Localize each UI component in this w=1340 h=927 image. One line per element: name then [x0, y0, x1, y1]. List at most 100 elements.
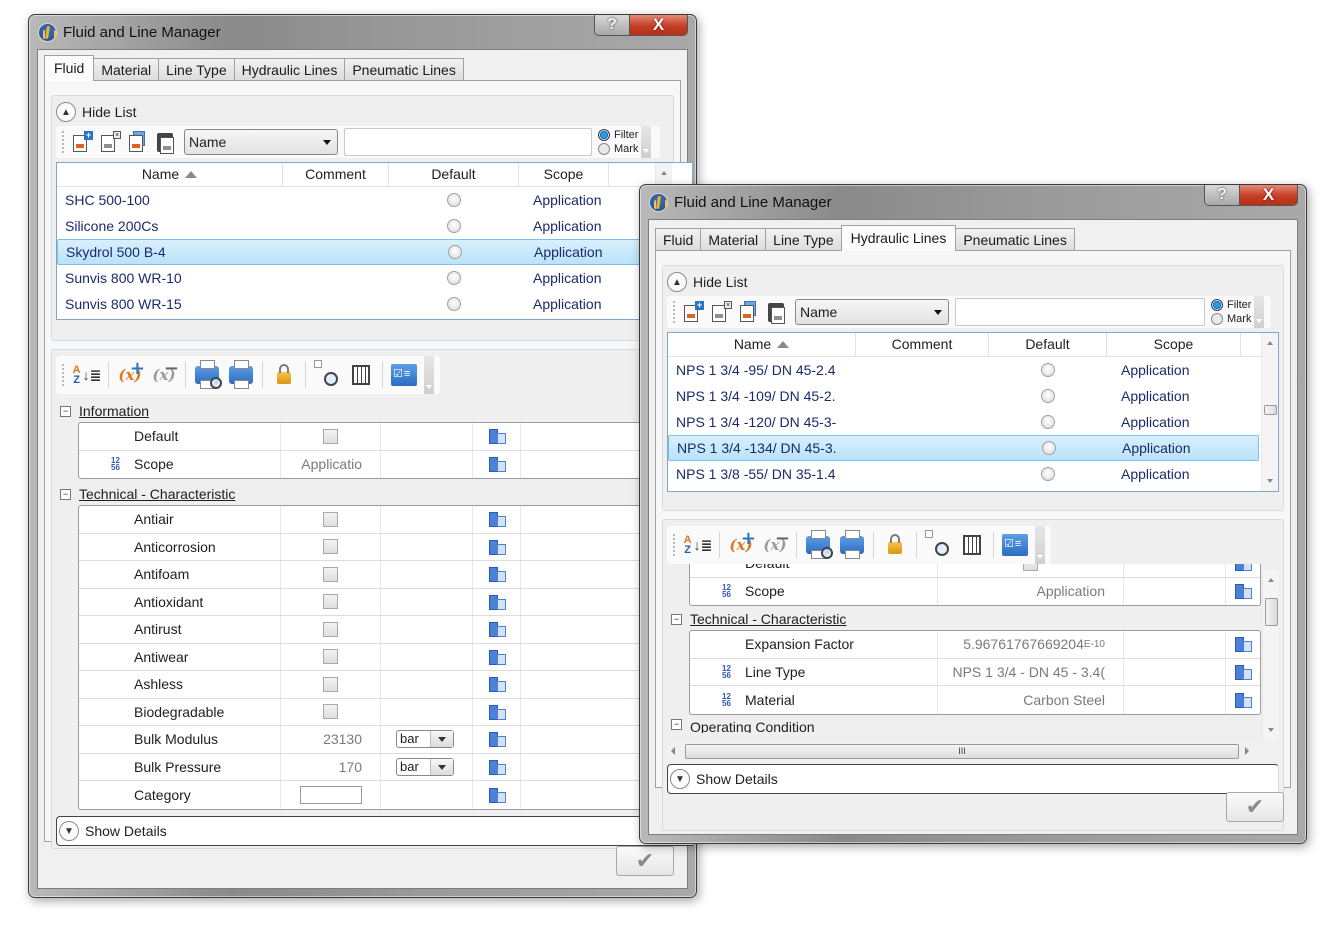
- column-header-comment[interactable]: Comment: [856, 333, 989, 356]
- column-header-scope[interactable]: Scope: [1107, 333, 1241, 356]
- link-icon[interactable]: [488, 759, 506, 775]
- property-row[interactable]: 12 56 Material Carbon Steel: [690, 686, 1260, 714]
- property-row[interactable]: Category: [79, 781, 692, 809]
- print-preview-icon[interactable]: [192, 360, 222, 390]
- hide-list-toggle[interactable]: ▲ Hide List: [667, 272, 747, 292]
- table-row[interactable]: Skydrol 500 B-4 Application: [57, 239, 692, 265]
- property-row[interactable]: Anticorrosion: [79, 533, 692, 561]
- print-icon[interactable]: [226, 360, 256, 390]
- property-checkbox[interactable]: [323, 566, 338, 582]
- property-row[interactable]: Default: [79, 423, 692, 451]
- property-checkbox[interactable]: [323, 428, 338, 444]
- category-technical-characteristic[interactable]: − Technical - Characteristic: [667, 608, 1261, 630]
- default-radio[interactable]: [447, 193, 461, 207]
- property-value[interactable]: 5.96761767669204: [963, 636, 1084, 652]
- link-icon[interactable]: [488, 732, 506, 748]
- sort-alpha-icon[interactable]: A Z ↓≣: [683, 530, 713, 560]
- paste-item-icon[interactable]: [154, 130, 178, 154]
- remove-variable-icon[interactable]: (x) −: [149, 358, 179, 390]
- collapse-icon[interactable]: −: [671, 613, 682, 625]
- ok-button[interactable]: ✔: [616, 846, 674, 876]
- link-icon[interactable]: [1235, 692, 1252, 708]
- property-row[interactable]: Antifoam: [79, 561, 692, 589]
- unit-select[interactable]: bar: [396, 757, 454, 776]
- property-value[interactable]: Carbon Steel: [1023, 692, 1105, 708]
- table-row[interactable]: NPS 1 3/4 -120/ DN 45-3- Application: [668, 409, 1259, 435]
- filter-radio[interactable]: Filter: [1211, 298, 1251, 312]
- property-row[interactable]: Antiwear: [79, 643, 692, 671]
- property-row[interactable]: Biodegradable: [79, 698, 692, 726]
- close-button[interactable]: X: [1240, 185, 1297, 205]
- checklist-icon[interactable]: [389, 360, 419, 390]
- scroll-thumb[interactable]: III: [685, 744, 1239, 759]
- link-icon[interactable]: [488, 649, 506, 665]
- paste-item-icon[interactable]: [765, 300, 789, 324]
- property-row[interactable]: 12 56 Scope Applicatio: [79, 450, 692, 478]
- find-icon[interactable]: [923, 530, 953, 560]
- scroll-thumb[interactable]: [1264, 405, 1277, 415]
- link-icon[interactable]: [1235, 584, 1252, 600]
- column-header-default[interactable]: Default: [989, 333, 1107, 356]
- scroll-down-icon[interactable]: [1267, 479, 1273, 483]
- properties-vertical-scrollbar[interactable]: [1262, 570, 1279, 740]
- print-preview-icon[interactable]: [803, 530, 833, 560]
- default-radio[interactable]: [1041, 389, 1055, 403]
- new-item-icon[interactable]: +: [681, 300, 705, 324]
- property-row[interactable]: Ashless: [79, 671, 692, 699]
- link-icon[interactable]: [488, 787, 506, 803]
- category-technical-characteristic[interactable]: − Technical - Characteristic: [56, 483, 693, 505]
- table-row[interactable]: Silicone 200Cs Application: [57, 213, 692, 239]
- table-row[interactable]: Sunvis 800 WR-10 Application: [57, 265, 692, 291]
- add-variable-icon[interactable]: (x) +: [726, 528, 756, 560]
- title-bar[interactable]: Fluid and Line Manager ? X: [29, 15, 696, 49]
- collapse-icon[interactable]: −: [60, 405, 71, 417]
- default-radio[interactable]: [447, 271, 461, 285]
- link-icon[interactable]: [1235, 564, 1252, 572]
- tab-hydraulic-lines[interactable]: Hydraulic Lines: [233, 58, 346, 81]
- collapse-icon[interactable]: −: [671, 718, 682, 730]
- hide-list-toggle[interactable]: ▲ Hide List: [56, 102, 136, 122]
- new-item-icon[interactable]: +: [70, 130, 94, 154]
- toolbar-overflow-button[interactable]: [641, 126, 652, 158]
- help-button[interactable]: ?: [1205, 185, 1240, 205]
- tab-hydraulic-lines[interactable]: Hydraulic Lines: [840, 225, 957, 251]
- column-header-comment[interactable]: Comment: [283, 163, 389, 186]
- mark-radio[interactable]: Mark: [1211, 312, 1251, 326]
- close-button[interactable]: X: [630, 15, 687, 35]
- scroll-thumb[interactable]: [1265, 598, 1278, 626]
- column-header-default[interactable]: Default: [389, 163, 519, 186]
- property-row[interactable]: 12 56 Line Type NPS 1 3/4 - DN 45 - 3.4(: [690, 658, 1260, 686]
- property-value[interactable]: NPS 1 3/4 - DN 45 - 3.4(: [952, 664, 1105, 680]
- tab-pneumatic-lines[interactable]: Pneumatic Lines: [344, 58, 464, 81]
- link-icon[interactable]: [488, 429, 506, 445]
- link-icon[interactable]: [488, 512, 506, 528]
- link-icon[interactable]: [488, 594, 506, 610]
- default-checkbox[interactable]: [1023, 564, 1038, 571]
- tab-fluid[interactable]: Fluid: [655, 228, 702, 251]
- default-radio[interactable]: [1042, 441, 1056, 455]
- toolbar-overflow-button[interactable]: [424, 356, 434, 394]
- property-checkbox[interactable]: [323, 676, 338, 692]
- copy-item-icon[interactable]: [126, 130, 150, 154]
- list-vertical-scrollbar[interactable]: [1261, 333, 1278, 491]
- link-icon[interactable]: [1235, 637, 1252, 653]
- category-operating-condition[interactable]: − Operating Condition: [667, 718, 1261, 733]
- toolbar-overflow-button[interactable]: [1254, 296, 1265, 328]
- sort-alpha-icon[interactable]: A Z ↓≣: [72, 360, 102, 390]
- property-row[interactable]: Expansion Factor 5.96761767669204 E-10: [690, 631, 1260, 659]
- table-row[interactable]: NPS 1 3/8 -55/ DN 35-1.4 Application: [668, 461, 1259, 487]
- property-value[interactable]: Application: [938, 577, 1124, 605]
- collapse-icon[interactable]: −: [60, 488, 71, 500]
- field-select[interactable]: Name: [184, 129, 338, 155]
- property-row[interactable]: Antirust: [79, 616, 692, 644]
- property-value[interactable]: Applicatio: [301, 456, 362, 472]
- search-input[interactable]: [955, 298, 1205, 326]
- column-header-name[interactable]: Name: [668, 333, 856, 356]
- property-row[interactable]: Antioxidant: [79, 588, 692, 616]
- default-radio[interactable]: [1041, 363, 1055, 377]
- category-information[interactable]: − Information: [56, 400, 693, 422]
- scroll-right-icon[interactable]: [1245, 747, 1249, 755]
- filter-radio[interactable]: Filter: [598, 128, 638, 142]
- property-checkbox[interactable]: [323, 704, 338, 720]
- column-header-scope[interactable]: Scope: [519, 163, 609, 186]
